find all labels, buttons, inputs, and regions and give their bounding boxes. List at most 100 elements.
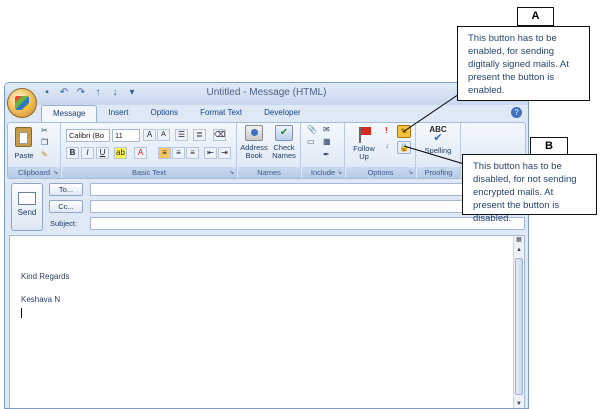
font-name-select[interactable]: Calibri (Bo: [66, 129, 110, 142]
ribbon: Paste ✂ ❐ ✎ Clipboard ↘ Calibri (Bo 11 A…: [7, 122, 526, 179]
increase-indent-icon[interactable]: ⇥: [218, 147, 231, 159]
subject-label: Subject:: [50, 219, 78, 228]
names-group-label: Names: [238, 167, 300, 178]
cc-button[interactable]: Cc...: [49, 200, 83, 213]
align-right-icon[interactable]: ≡: [186, 147, 199, 159]
ribbon-tabs: Message Insert Options Format Text Devel…: [41, 105, 312, 122]
check-names-button[interactable]: ✔ Check Names: [270, 125, 298, 165]
encrypt-button[interactable]: 🔒: [397, 141, 411, 154]
text-cursor: [21, 308, 22, 318]
spelling-button[interactable]: ABC ✔ Spelling: [419, 125, 457, 165]
save-icon[interactable]: ▪: [41, 87, 53, 99]
tab-developer[interactable]: Developer: [253, 105, 311, 122]
attach-item-icon[interactable]: ✉: [323, 125, 330, 134]
outlook-message-window: Untitled - Message (HTML) ▪ ↶ ↷ ↑ ↓ ▾ – …: [4, 82, 529, 409]
include-group: 📎 ✉ ▭ ▦ ✒ Include ↘: [302, 123, 345, 178]
callout-a-tag: A: [517, 7, 554, 26]
format-painter-icon[interactable]: ✎: [41, 150, 48, 159]
clipboard-group: Paste ✂ ❐ ✎ Clipboard ↘: [8, 123, 61, 178]
message-body[interactable]: Kind Regards Keshava N ▦ ▲ ▼: [9, 235, 525, 408]
redo-icon[interactable]: ↷: [75, 87, 87, 99]
shrink-font-icon[interactable]: A: [157, 129, 170, 141]
callout-b-tag: B: [530, 137, 568, 155]
names-group: Address Book ✔ Check Names Names: [238, 123, 301, 178]
up-arrow-icon[interactable]: ↑: [92, 87, 104, 99]
proofing-group-label: Proofing: [417, 167, 460, 178]
paste-icon: [15, 127, 32, 147]
grow-font-icon[interactable]: A: [143, 129, 156, 141]
digitally-sign-button[interactable]: ✎: [397, 125, 411, 138]
callout-a-text: This button has to be enabled, for sendi…: [457, 26, 590, 101]
office-button[interactable]: [7, 88, 37, 118]
business-card-icon[interactable]: ▭: [307, 137, 315, 146]
tab-format-text[interactable]: Format Text: [189, 105, 253, 122]
send-button[interactable]: Send: [11, 183, 43, 231]
address-book-icon: [245, 125, 263, 141]
tab-options[interactable]: Options: [139, 105, 189, 122]
to-button[interactable]: To...: [49, 183, 83, 196]
font-size-select[interactable]: 11: [112, 129, 140, 142]
paste-button[interactable]: Paste: [11, 125, 37, 165]
scroll-down-icon[interactable]: ▼: [514, 401, 524, 407]
scroll-up-icon[interactable]: ▲: [514, 247, 524, 253]
follow-up-label: Follow Up: [353, 144, 375, 161]
spelling-icon: ABC ✔: [419, 125, 457, 144]
vertical-scrollbar[interactable]: ▦ ▲ ▼: [513, 236, 524, 408]
cc-field[interactable]: [90, 200, 525, 213]
send-label: Send: [17, 208, 37, 217]
options-group: Follow Up ! ↓ ✎ 🔒 Options ↘: [346, 123, 416, 178]
options-launcher-icon[interactable]: ↘: [408, 169, 413, 176]
font-color-icon[interactable]: A: [134, 147, 147, 159]
basic-text-group-label: Basic Text: [62, 167, 236, 178]
bullets-icon[interactable]: ☰: [175, 129, 188, 141]
address-book-button[interactable]: Address Book: [240, 125, 268, 165]
bold-icon[interactable]: B: [66, 147, 79, 159]
customize-qat-icon[interactable]: ▾: [126, 87, 138, 99]
decrease-indent-icon[interactable]: ⇤: [204, 147, 217, 159]
spelling-label: Spelling: [424, 146, 452, 155]
title-bar: Untitled - Message (HTML) ▪ ↶ ↷ ↑ ↓ ▾ – …: [5, 83, 528, 105]
follow-up-button[interactable]: Follow Up: [349, 125, 379, 165]
undo-icon[interactable]: ↶: [58, 87, 70, 99]
italic-icon[interactable]: I: [81, 147, 94, 159]
check-names-label: Check Names: [272, 143, 296, 160]
check-names-icon: ✔: [275, 125, 293, 141]
address-book-label: Address Book: [240, 143, 268, 160]
include-launcher-icon[interactable]: ↘: [337, 169, 342, 176]
signature-name: Keshava N: [21, 295, 61, 304]
high-importance-icon[interactable]: !: [385, 126, 388, 135]
to-field[interactable]: [90, 183, 525, 196]
ruler-toggle-icon[interactable]: ▦: [514, 236, 524, 243]
cut-icon[interactable]: ✂: [41, 126, 48, 135]
low-importance-icon[interactable]: ↓: [385, 141, 389, 150]
basic-text-launcher-icon[interactable]: ↘: [229, 169, 234, 176]
proofing-group: ABC ✔ Spelling Proofing: [417, 123, 461, 178]
help-icon[interactable]: ?: [511, 107, 522, 118]
underline-icon[interactable]: U: [96, 147, 109, 159]
send-envelope-icon: [18, 192, 36, 205]
attach-file-icon[interactable]: 📎: [307, 125, 317, 134]
align-center-icon[interactable]: ≡: [172, 147, 185, 159]
message-header: Send To... Cc... Subject:: [7, 180, 526, 235]
scroll-thumb[interactable]: [515, 258, 523, 395]
align-left-icon[interactable]: ≡: [158, 147, 171, 159]
signature-icon[interactable]: ✒: [323, 150, 330, 159]
paste-label: Paste: [14, 151, 34, 160]
flag-icon: [357, 127, 371, 143]
quick-access-toolbar: ▪ ↶ ↷ ↑ ↓ ▾: [41, 87, 138, 99]
callout-b-text: This button has to be disabled, for not …: [462, 154, 597, 224]
down-arrow-icon[interactable]: ↓: [109, 87, 121, 99]
highlight-icon[interactable]: ab: [114, 147, 127, 159]
numbering-icon[interactable]: ≣: [193, 129, 206, 141]
tab-insert[interactable]: Insert: [97, 105, 139, 122]
tab-message[interactable]: Message: [41, 105, 98, 122]
subject-field[interactable]: [90, 217, 525, 230]
basic-text-group: Calibri (Bo 11 A A ☰ ≣ ⌫ B I U ab A ≡ ≡ …: [62, 123, 237, 178]
copy-icon[interactable]: ❐: [41, 138, 48, 147]
options-group-label: Options: [346, 167, 415, 178]
calendar-icon[interactable]: ▦: [323, 137, 331, 146]
clear-formatting-icon[interactable]: ⌫: [213, 129, 226, 141]
clipboard-launcher-icon[interactable]: ↘: [53, 169, 58, 176]
office-logo-icon: [15, 96, 29, 110]
closing-text: Kind Regards: [21, 272, 70, 281]
